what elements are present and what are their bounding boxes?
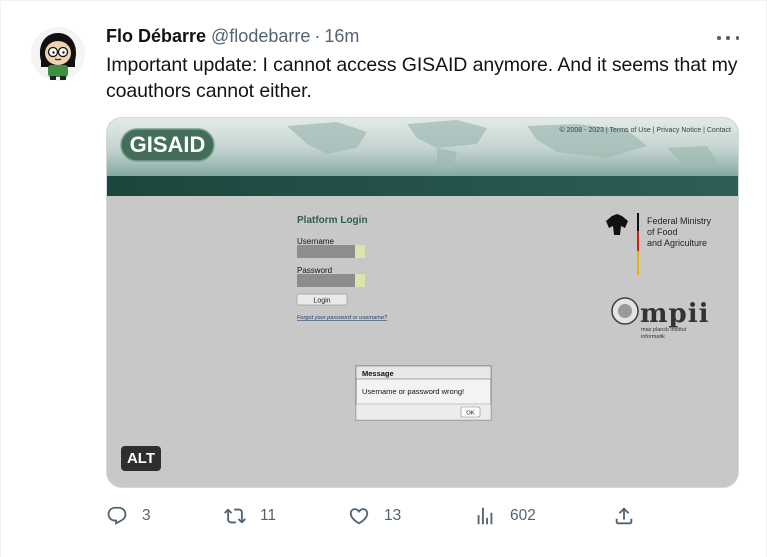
- password-input[interactable]: [297, 274, 365, 287]
- more-options-button[interactable]: [717, 31, 739, 45]
- gisaid-logo: GISAID: [130, 132, 206, 157]
- dialog-ok-label: OK: [466, 411, 475, 417]
- ministry-line-2: of Food: [647, 227, 678, 237]
- avatar-cartoon-icon: [31, 27, 85, 81]
- tweet-card[interactable]: Flo Débarre @flodebarre · 16m Important …: [0, 0, 767, 557]
- reply-button[interactable]: 3: [106, 499, 151, 533]
- reply-count: 3: [142, 507, 151, 524]
- author-name[interactable]: Flo Débarre: [106, 26, 206, 47]
- message-dialog-title: Message: [362, 369, 394, 378]
- mpii-line-2: informatik: [641, 334, 665, 340]
- header-separator: ·: [314, 26, 321, 46]
- heart-icon: [349, 508, 369, 525]
- more-dot-icon: [726, 36, 730, 40]
- views-chart-icon: [477, 507, 493, 525]
- tweet-text: Important update: I cannot access GISAID…: [106, 54, 738, 102]
- author-handle[interactable]: @flodebarre: [211, 26, 310, 47]
- avatar[interactable]: [31, 27, 85, 81]
- views-button[interactable]: 602: [474, 499, 536, 533]
- message-dialog-text: Username or password wrong!: [362, 387, 464, 396]
- gisaid-header-band: [107, 176, 738, 196]
- flag-stripe-black: [637, 213, 639, 231]
- reply-icon: [107, 506, 127, 525]
- password-label: Password: [297, 266, 332, 275]
- share-button[interactable]: [613, 499, 635, 533]
- login-button-label: Login: [313, 298, 330, 305]
- share-icon: [615, 507, 633, 525]
- more-dot-icon: [735, 36, 739, 40]
- gisaid-top-links[interactable]: © 2008 - 2023 | Terms of Use | Privacy N…: [559, 126, 731, 134]
- platform-login-title: Platform Login: [297, 215, 368, 226]
- username-autofill-icon: [355, 245, 365, 258]
- flag-stripe-gold: [637, 251, 639, 275]
- tweet-actions: 3 11 13 602: [1, 499, 767, 533]
- retweet-button[interactable]: 11: [224, 499, 276, 533]
- gisaid-login-screenshot: GISAID © 2008 - 2023 | Terms of Use | Pr…: [107, 118, 738, 487]
- like-count: 13: [384, 507, 402, 524]
- mpii-line-1: max planck institut: [641, 327, 687, 333]
- alt-text-badge[interactable]: ALT: [121, 446, 161, 471]
- username-input[interactable]: [297, 245, 365, 258]
- like-button[interactable]: 13: [348, 499, 401, 533]
- flag-stripe-red: [637, 231, 639, 251]
- retweet-icon: [224, 508, 246, 524]
- username-label: Username: [297, 237, 334, 246]
- minerva-seal-inner-icon: [618, 304, 632, 318]
- retweet-count: 11: [260, 507, 277, 524]
- password-autofill-icon: [355, 274, 365, 287]
- views-count: 602: [510, 507, 536, 524]
- more-dot-icon: [717, 36, 721, 40]
- tweet-media-image[interactable]: GISAID © 2008 - 2023 | Terms of Use | Pr…: [106, 117, 739, 488]
- tweet-header: Flo Débarre @flodebarre · 16m: [106, 26, 359, 48]
- tweet-timestamp[interactable]: 16m: [324, 26, 359, 47]
- mpii-logo: mpii: [640, 299, 709, 329]
- ministry-line-3: and Agriculture: [647, 238, 707, 248]
- forgot-password-link[interactable]: Forgot your password or username?: [297, 315, 388, 321]
- ministry-line-1: Federal Ministry: [647, 216, 712, 226]
